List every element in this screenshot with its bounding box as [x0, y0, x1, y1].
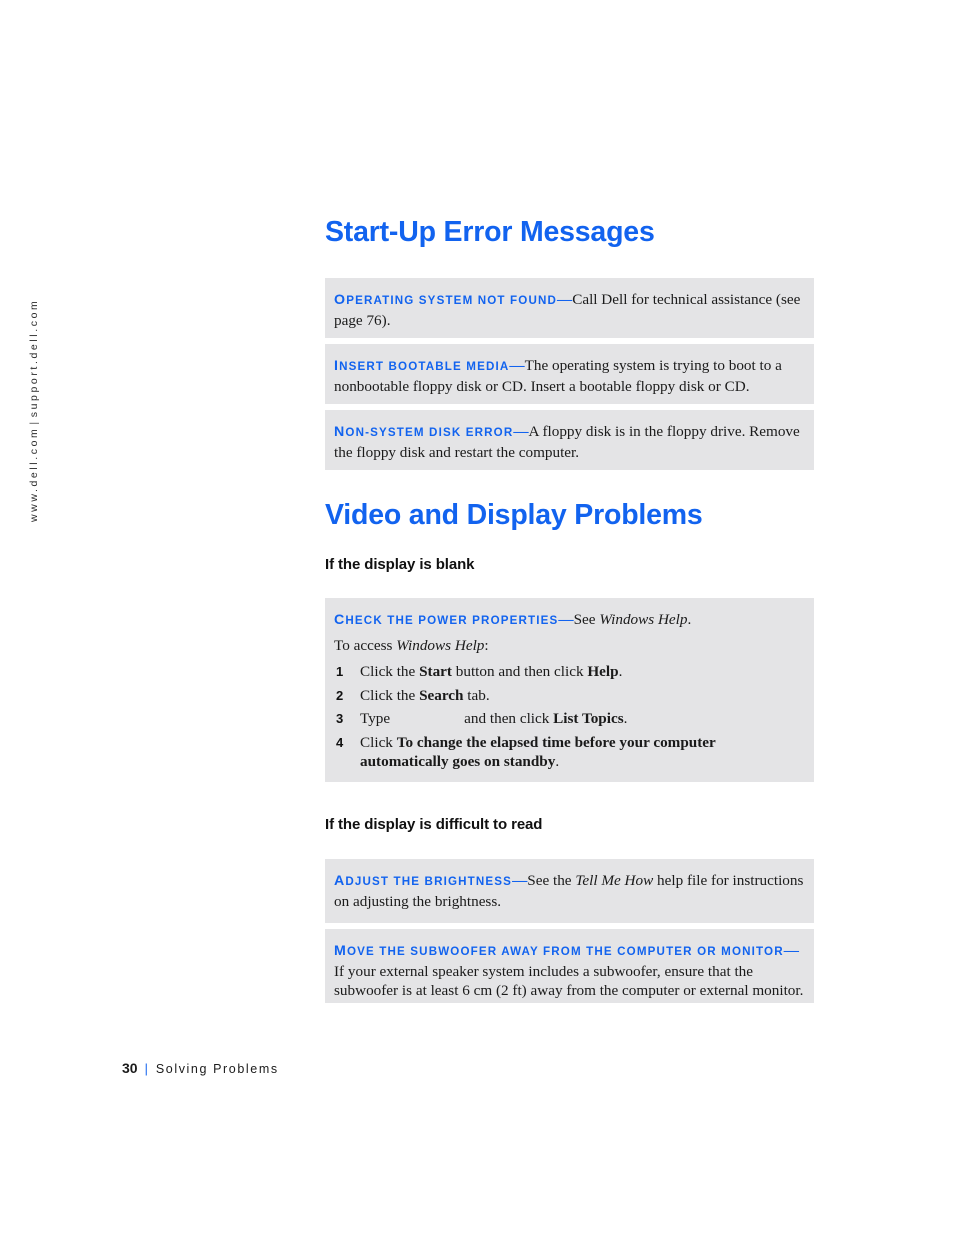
list-item: 1 Click the Start button and then click H…	[334, 662, 805, 682]
step-bold-search: Search	[419, 686, 464, 704]
list-item: 4 Click To change the elapsed time before…	[334, 733, 805, 772]
callout-body-pre: See	[573, 611, 600, 628]
step-number: 2	[336, 687, 344, 703]
callout-lead: ADJUST THE BRIGHTNESS	[334, 873, 513, 889]
step-pre: Click the	[360, 663, 420, 680]
callout-lead: OPERATING SYSTEM NOT FOUND	[334, 292, 558, 308]
callout-lead: NON-SYSTEM DISK ERROR	[334, 424, 514, 440]
callout-text: OPERATING SYSTEM NOT FOUND—Call Dell for…	[334, 290, 805, 330]
subheading-if-display-is-blank: If the display is blank	[325, 556, 475, 573]
intro-pre: To access	[334, 636, 397, 654]
callout-body-pre: See the	[527, 872, 576, 889]
callout-dash: —	[558, 611, 574, 628]
step-bold-start: Start	[419, 663, 452, 680]
intro-italic: Windows Help	[396, 636, 485, 654]
callout-non-system-disk-error: NON-SYSTEM DISK ERROR—A floppy disk is i…	[325, 410, 814, 470]
callout-text: NON-SYSTEM DISK ERROR—A floppy disk is i…	[334, 422, 805, 462]
subheading-if-display-is-difficult-to-read: If the display is difficult to read	[325, 816, 543, 833]
step-number: 1	[336, 664, 344, 679]
page-title-video-display-problems: Video and Display Problems	[325, 499, 703, 531]
step-pre: Click	[360, 733, 397, 751]
callout-body-pre: If your external speaker system includes…	[334, 962, 804, 1000]
callout-operating-system-not-found: OPERATING SYSTEM NOT FOUND—Call Dell for…	[325, 278, 814, 338]
callout-check-power-properties: CHECK THE POWER PROPERTIES—See Windows H…	[325, 598, 814, 782]
footer-page-number: 30	[122, 1060, 138, 1076]
step-number: 3	[336, 711, 344, 726]
page-footer: 30 | Solving Problems	[122, 1060, 279, 1076]
callout-body-italic: Tell Me How	[575, 872, 654, 889]
callout-move-the-subwoofer: MOVE THE SUBWOOFER AWAY FROM THE COMPUTE…	[325, 929, 814, 1003]
callout-dash: —	[783, 942, 799, 959]
list-item: 3 Type and then click List Topics.	[334, 709, 805, 729]
steps-list: 1 Click the Start button and then click H…	[334, 662, 805, 772]
step-bold-list-topics: List Topics	[553, 710, 624, 727]
callout-lead: MOVE THE SUBWOOFER AWAY FROM THE COMPUTE…	[334, 943, 784, 959]
callout-text: CHECK THE POWER PROPERTIES—See Windows H…	[334, 610, 805, 631]
callout-text: ADJUST THE BRIGHTNESS—See the Tell Me Ho…	[334, 871, 805, 911]
step-post: .	[618, 663, 623, 680]
callout-dash: —	[512, 872, 528, 889]
step-post: .	[623, 710, 628, 727]
list-item: 2 Click the Search tab.	[334, 686, 805, 706]
callout-lead: CHECK THE POWER PROPERTIES	[334, 612, 559, 628]
callout-adjust-the-brightness: ADJUST THE BRIGHTNESS—See the Tell Me Ho…	[325, 859, 814, 923]
intro-post: :	[484, 636, 489, 654]
callout-intro: To access Windows Help:	[334, 636, 805, 656]
callout-body-italic: Windows Help	[599, 611, 688, 628]
side-url-separator: |	[28, 419, 40, 425]
side-url-tab: www.dell.com|support.dell.com	[0, 0, 120, 560]
footer-separator: |	[144, 1062, 148, 1076]
step-bold-help: Help	[587, 663, 619, 680]
callout-body-post: .	[687, 611, 692, 628]
callout-dash: —	[509, 357, 525, 374]
callout-lead: INSERT BOOTABLE MEDIA	[334, 358, 510, 374]
callout-insert-bootable-media: INSERT BOOTABLE MEDIA—The operating syst…	[325, 344, 814, 404]
side-url-left: www.dell.com	[28, 426, 40, 522]
callout-text: INSERT BOOTABLE MEDIA—The operating syst…	[334, 356, 805, 396]
step-pre: Click the	[360, 686, 420, 704]
step-mid: and then click	[464, 710, 554, 727]
step-pre: Type	[360, 710, 391, 727]
callout-text: MOVE THE SUBWOOFER AWAY FROM THE COMPUTE…	[334, 941, 805, 1001]
step-number: 4	[336, 734, 344, 750]
step-mid: button and then click	[451, 663, 588, 680]
side-url-right: support.dell.com	[28, 298, 40, 418]
step-post: .	[555, 753, 560, 770]
step-mid: tab.	[463, 686, 490, 704]
side-url-text: www.dell.com|support.dell.com	[28, 162, 40, 522]
footer-chapter-name: Solving Problems	[155, 1062, 279, 1076]
step-bold-standby: To change the elapsed time before your c…	[360, 733, 716, 771]
callout-dash: —	[557, 291, 573, 308]
page-title-startup-error-messages: Start-Up Error Messages	[325, 216, 655, 248]
callout-dash: —	[513, 423, 529, 440]
